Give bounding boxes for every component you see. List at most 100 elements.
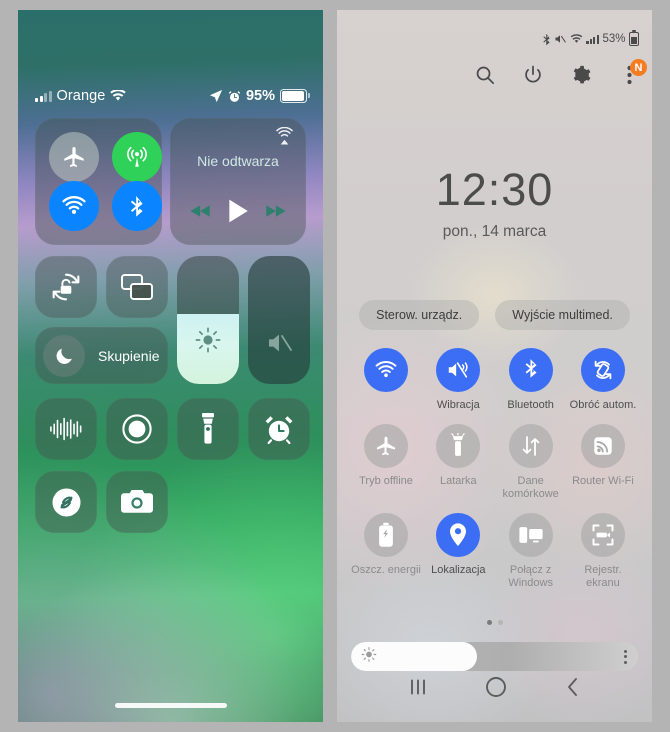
toggle-label: Bluetooth	[507, 399, 554, 411]
gear-icon	[573, 65, 591, 84]
samsung-status-bar: 53%	[542, 30, 639, 46]
samsung-action-bar: N	[472, 59, 647, 88]
media-output-pill[interactable]: Wyjście multimed.	[495, 300, 630, 330]
airplane-icon	[377, 436, 395, 456]
cellular-data-toggle[interactable]	[112, 132, 162, 182]
location-pin-icon	[450, 523, 467, 546]
brightness-slider[interactable]	[351, 642, 638, 671]
moon-icon	[43, 334, 85, 377]
toggle-label: Dane komórkowe	[502, 475, 559, 500]
back-button[interactable]	[563, 676, 583, 703]
clock-label: 12:30	[435, 164, 554, 215]
search-icon	[476, 66, 495, 85]
search-button[interactable]	[472, 62, 498, 88]
alarm-clock-icon	[228, 90, 241, 102]
toggle-label: Lokalizacja	[431, 564, 486, 576]
media-previous-button[interactable]	[190, 204, 212, 223]
shazam-toggle[interactable]	[35, 471, 97, 533]
screen-record-toggle[interactable]	[106, 398, 168, 460]
ios-control-center: Orange 95% Nie odtwarza Skupienie	[18, 10, 323, 722]
screen-recorder-icon	[592, 524, 614, 546]
location-toggle[interactable]: Lokalizacja	[423, 513, 493, 590]
rotation-lock-icon	[52, 273, 80, 301]
shazam-icon	[51, 487, 81, 517]
bluetooth-icon	[525, 359, 537, 378]
battery-percent-label: 53%	[602, 33, 626, 45]
screen-mirroring-toggle[interactable]	[106, 256, 168, 318]
wifi-icon	[570, 33, 583, 43]
signal-bars-icon	[35, 90, 52, 102]
back-icon	[567, 678, 577, 696]
media-title: Nie odtwarza	[197, 153, 279, 169]
page-dot-active[interactable]	[486, 620, 492, 625]
wifi-hotspot-toggle[interactable]: Router Wi-Fi	[568, 424, 638, 501]
airplane-mode-toggle[interactable]: Tryb offline	[351, 424, 421, 501]
alarm-clock-icon	[265, 416, 293, 445]
voice-memos-toggle[interactable]	[35, 398, 97, 460]
airplay-icon[interactable]	[274, 126, 295, 153]
screen-recorder-toggle[interactable]: Rejestr. ekranu	[568, 513, 638, 590]
cellular-antenna-icon	[127, 146, 147, 167]
data-transfer-icon	[522, 436, 539, 456]
volume-slider[interactable]	[248, 256, 310, 384]
wifi-toggle[interactable]	[351, 348, 421, 412]
battery-icon	[629, 30, 639, 46]
media-next-button[interactable]	[264, 204, 286, 223]
brightness-slider[interactable]	[177, 256, 239, 384]
battery-saver-icon	[379, 522, 393, 547]
mobile-data-toggle[interactable]: Dane komórkowe	[496, 424, 566, 501]
sun-icon	[361, 646, 377, 667]
home-indicator[interactable]	[114, 703, 227, 708]
toggle-label: Tryb offline	[359, 475, 413, 487]
flashlight-icon	[451, 433, 466, 456]
navigation-bar	[337, 675, 652, 704]
ios-status-bar: Orange 95%	[18, 88, 323, 110]
battery-percent-label: 95%	[245, 88, 275, 104]
device-control-pill[interactable]: Sterow. urządz.	[359, 300, 480, 330]
bluetooth-toggle[interactable]: Bluetooth	[496, 348, 566, 412]
signal-bars-icon	[586, 34, 599, 44]
power-button[interactable]	[520, 62, 546, 88]
airplane-mode-toggle[interactable]	[49, 132, 99, 182]
wifi-icon	[110, 90, 127, 101]
quick-toggles-grid: Wibracja Bluetooth Obróć autom. Tryb off…	[351, 348, 638, 602]
flashlight-toggle[interactable]: Latarka	[423, 424, 493, 501]
quick-toggles-row: Wibracja Bluetooth Obróć autom.	[351, 348, 638, 412]
link-to-windows-icon	[519, 527, 543, 543]
media-play-button[interactable]	[227, 198, 249, 229]
toggle-label: Połącz z Windows	[508, 564, 553, 589]
screenshot-stage: Orange 95% Nie odtwarza Skupienie 53% N …	[0, 0, 670, 732]
mute-icon	[555, 35, 567, 43]
bluetooth-toggle[interactable]	[112, 181, 162, 231]
recents-icon	[410, 679, 425, 695]
wifi-toggle[interactable]	[49, 181, 99, 231]
recents-button[interactable]	[407, 676, 429, 703]
notification-badge: N	[630, 59, 647, 76]
power-icon	[525, 65, 541, 83]
date-label: pon., 14 marca	[442, 223, 547, 240]
settings-button[interactable]	[568, 62, 594, 88]
flashlight-toggle[interactable]	[177, 398, 239, 460]
home-button[interactable]	[484, 675, 508, 704]
auto-rotate-toggle[interactable]: Obróć autom.	[568, 348, 638, 412]
link-to-windows-toggle[interactable]: Połącz z Windows	[496, 513, 566, 590]
samsung-quick-panel: 53% N 12:30 pon., 14 marca Sterow. urząd…	[337, 10, 652, 722]
bluetooth-icon	[130, 196, 143, 217]
vibrate-toggle[interactable]: Wibracja	[423, 348, 493, 412]
page-dot[interactable]	[497, 620, 503, 625]
media-widget[interactable]: Nie odtwarza	[170, 118, 306, 245]
screen-record-icon	[122, 414, 152, 444]
voice-memo-waveform-icon	[50, 417, 82, 441]
quick-toggles-row: Tryb offline Latarka Dane komórkowe Rout…	[351, 424, 638, 501]
rotation-lock-toggle[interactable]	[35, 256, 97, 318]
brightness-menu-button[interactable]	[624, 649, 627, 664]
power-saving-toggle[interactable]: Oszcz. energii	[351, 513, 421, 590]
auto-rotate-icon	[594, 360, 612, 380]
carrier-label: Orange	[56, 88, 106, 104]
overflow-menu-button[interactable]: N	[616, 59, 647, 88]
camera-toggle[interactable]	[106, 471, 168, 533]
wifi-icon	[62, 196, 86, 214]
hotspot-icon	[594, 437, 612, 455]
focus-toggle[interactable]: Skupienie	[35, 327, 168, 384]
alarm-toggle[interactable]	[248, 398, 310, 460]
